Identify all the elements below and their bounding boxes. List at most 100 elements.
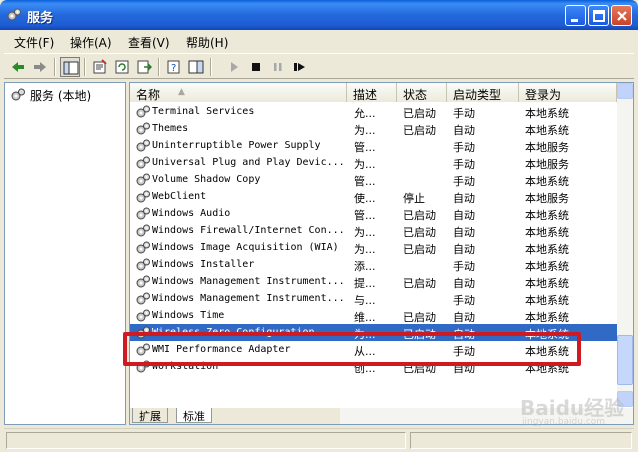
table-row[interactable]: Workstation 创... 已启动 自动 本地系统 — [130, 358, 617, 375]
table-row[interactable]: Uninterruptible Power Supply 管... 手动 本地服务 — [130, 137, 617, 154]
service-logon-as: 本地系统 — [525, 362, 569, 375]
service-name: Universal Plug and Play Devic... — [152, 157, 345, 168]
service-gear-icon — [136, 224, 150, 237]
service-startup-type: 自动 — [453, 328, 475, 341]
service-gear-icon — [136, 275, 150, 288]
back-icon — [12, 62, 24, 72]
table-row[interactable]: Windows Time 维... 已启动 自动 本地系统 — [130, 307, 617, 324]
service-logon-as: 本地系统 — [525, 328, 569, 341]
menu-view[interactable]: 查看(V) — [128, 34, 170, 51]
table-row[interactable]: Themes 为... 已启动 自动 本地系统 — [130, 120, 617, 137]
table-row[interactable]: WMI Performance Adapter 从... 手动 本地系统 — [130, 341, 617, 358]
table-row[interactable]: Windows Audio 管... 已启动 自动 本地系统 — [130, 205, 617, 222]
play-icon — [231, 62, 238, 72]
column-header-logon-as[interactable]: 登录为 — [519, 83, 617, 102]
scroll-thumb[interactable] — [617, 335, 633, 385]
stop-service-button[interactable] — [246, 57, 266, 77]
restart-service-button[interactable] — [290, 57, 310, 77]
service-startup-type: 手动 — [453, 260, 475, 273]
service-logon-as: 本地系统 — [525, 311, 569, 324]
service-startup-type: 自动 — [453, 243, 475, 256]
view-icon — [188, 60, 204, 74]
baidu-watermark-url: jingyan.baidu.com — [522, 417, 606, 427]
tree-pane[interactable]: 服务 (本地) — [4, 82, 126, 425]
start-service-button[interactable] — [224, 57, 244, 77]
service-logon-as: 本地系统 — [525, 107, 569, 120]
maximize-button[interactable] — [588, 5, 609, 26]
service-startup-type: 手动 — [453, 345, 475, 358]
service-name: Terminal Services — [152, 106, 255, 117]
service-name: Uninterruptible Power Supply — [152, 140, 321, 151]
vertical-scrollbar[interactable] — [617, 83, 633, 407]
service-startup-type: 手动 — [453, 294, 475, 307]
table-row[interactable]: Windows Management Instrument... 与... 手动 本地… — [130, 290, 617, 307]
service-description: 从... — [354, 345, 376, 358]
pause-service-button[interactable] — [268, 57, 288, 77]
help-button[interactable]: ? — [164, 57, 184, 77]
minimize-button[interactable] — [565, 5, 586, 26]
service-status: 已启动 — [403, 209, 436, 222]
service-description: 与... — [354, 294, 376, 307]
forward-icon — [34, 62, 46, 72]
services-list[interactable]: 名称 ▲ 描述 状态 启动类型 登录为 Terminal Services 允..… — [129, 82, 634, 425]
svg-text:?: ? — [171, 63, 176, 74]
help-icon: ? — [167, 60, 180, 74]
column-header-startup-type[interactable]: 启动类型 — [447, 83, 519, 102]
show-tree-icon — [63, 61, 79, 75]
toolbar-separator — [158, 58, 160, 76]
table-row[interactable]: WebClient 使... 停止 自动 本地服务 — [130, 188, 617, 205]
service-gear-icon — [136, 190, 150, 203]
table-row[interactable]: Windows Firewall/Internet Con... 为... 已启动 自… — [130, 222, 617, 239]
view-button[interactable] — [186, 57, 206, 77]
service-gear-icon — [136, 105, 150, 118]
column-header-description[interactable]: 描述 — [347, 83, 397, 102]
service-name: WebClient — [152, 191, 207, 202]
service-description: 添... — [354, 260, 376, 273]
table-row[interactable]: Terminal Services 允... 已启动 手动 本地系统 — [130, 103, 617, 120]
scroll-up-button[interactable] — [617, 83, 633, 99]
show-tree-button[interactable] — [60, 57, 80, 77]
table-row[interactable]: Windows Image Acquisition (WIA) 为... 已启动 自动… — [130, 239, 617, 256]
services-gear-icon — [7, 8, 21, 21]
title-bar[interactable]: 服务 — [0, 0, 638, 30]
service-status: 已启动 — [403, 226, 436, 239]
service-logon-as: 本地系统 — [525, 294, 569, 307]
service-logon-as: 本地系统 — [525, 277, 569, 290]
service-name: Windows Audio — [152, 208, 231, 219]
menu-help[interactable]: 帮助(H) — [186, 34, 228, 51]
status-segment — [410, 432, 632, 449]
menu-file[interactable]: 文件(F) — [14, 34, 54, 51]
maximize-icon — [593, 10, 605, 22]
table-row[interactable]: Volume Shadow Copy 管... 手动 本地系统 — [130, 171, 617, 188]
service-gear-icon — [136, 343, 150, 356]
refresh-button[interactable] — [112, 57, 132, 77]
service-description: 为... — [354, 124, 376, 137]
table-row-selected[interactable]: Wireless Zero Configuration 为... 已启动 自动 本地系统 — [130, 324, 617, 341]
service-description: 管... — [354, 175, 376, 188]
service-description: 创... — [354, 362, 376, 375]
table-row[interactable]: Universal Plug and Play Devic... 为... 手动 本地… — [130, 154, 617, 171]
service-description: 为... — [354, 226, 376, 239]
menu-action[interactable]: 操作(A) — [70, 34, 112, 51]
column-header-name[interactable]: 名称 ▲ — [130, 83, 347, 102]
tab-standard[interactable]: 标准 — [176, 408, 212, 423]
toolbar-separator — [84, 58, 86, 76]
close-button[interactable] — [611, 5, 632, 26]
export-icon — [137, 60, 152, 74]
minimize-icon — [571, 19, 578, 22]
service-name: Wireless Zero Configuration — [152, 327, 315, 338]
table-row[interactable]: Windows Management Instrument... 提... 已启动 自… — [130, 273, 617, 290]
service-gear-icon — [136, 241, 150, 254]
column-header-status[interactable]: 状态 — [397, 83, 447, 102]
forward-button[interactable] — [30, 57, 50, 77]
table-row[interactable]: Windows Installer 添... 手动 本地系统 — [130, 256, 617, 273]
service-startup-type: 手动 — [453, 175, 475, 188]
export-button[interactable] — [134, 57, 154, 77]
service-logon-as: 本地系统 — [525, 124, 569, 137]
service-gear-icon — [136, 122, 150, 135]
tab-extended[interactable]: 扩展 — [132, 408, 168, 423]
pause-icon — [274, 63, 282, 71]
properties-button[interactable] — [90, 57, 110, 77]
back-button[interactable] — [8, 57, 28, 77]
service-startup-type: 自动 — [453, 311, 475, 324]
